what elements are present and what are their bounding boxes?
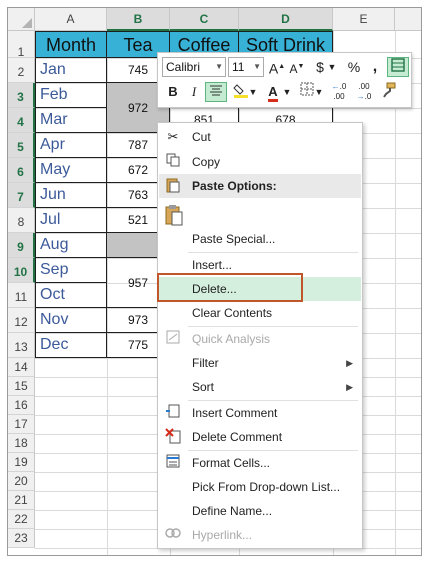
chevron-down-icon: ▼ — [215, 62, 223, 71]
menu-item-clear-contents[interactable]: Clear Contents — [159, 301, 361, 325]
row-header-1[interactable]: 1 — [8, 31, 35, 59]
submenu-arrow-icon: ▶ — [346, 358, 353, 368]
month-cell[interactable]: Sep — [35, 258, 107, 283]
row-header-13[interactable]: 13 — [8, 333, 35, 358]
menu-item-sort[interactable]: Sort ▶ — [159, 375, 361, 399]
row-header-23[interactable]: 23 — [8, 529, 35, 548]
format-painter-icon[interactable] — [378, 82, 400, 102]
row-header-5[interactable]: 5 — [8, 133, 35, 158]
menu-item-define-name[interactable]: Define Name... — [159, 499, 361, 523]
font-size-box[interactable]: 11 ▼ — [228, 57, 264, 77]
delete-comment-icon — [164, 428, 182, 446]
scissors-icon: ✂ — [167, 129, 179, 144]
row-header-7[interactable]: 7 — [8, 183, 35, 208]
row-header-20[interactable]: 20 — [8, 472, 35, 491]
row-header-18[interactable]: 18 — [8, 434, 35, 453]
select-all-corner[interactable] — [8, 8, 35, 31]
menu-item-cut[interactable]: ✂ Cut — [159, 125, 361, 149]
month-cell[interactable]: Nov — [35, 308, 107, 333]
menu-item-quick-analysis[interactable]: Quick Analysis — [159, 327, 361, 351]
chevron-down-icon[interactable]: ▼ — [282, 82, 292, 102]
chevron-down-icon[interactable]: ▼ — [314, 82, 324, 102]
paste-option-paste[interactable] — [159, 199, 361, 227]
paste-icon — [164, 177, 182, 195]
column-header-b[interactable]: B — [107, 8, 170, 31]
increase-decimal-button[interactable]: ←.0.00 — [328, 82, 350, 102]
font-name-value: Calibri — [166, 60, 201, 74]
submenu-arrow-icon: ▶ — [346, 382, 353, 392]
shrink-font-button[interactable]: A▼ — [286, 57, 308, 77]
quick-analysis-icon — [164, 330, 182, 348]
menu-item-delete-comment[interactable]: Delete Comment — [159, 425, 361, 449]
column-header-f[interactable] — [395, 8, 421, 31]
hyperlink-icon — [164, 526, 182, 544]
month-cell[interactable]: Mar — [35, 108, 107, 133]
chevron-down-icon: ▼ — [253, 62, 261, 71]
column-header-d[interactable]: D — [239, 8, 333, 31]
format-painter-table-icon[interactable] — [387, 57, 409, 77]
menu-item-pick-from-list[interactable]: Pick From Drop-down List... — [159, 475, 361, 499]
chevron-down-icon[interactable]: ▼ — [248, 82, 258, 102]
month-cell[interactable]: Oct — [35, 283, 107, 308]
menu-item-hyperlink[interactable]: Hyperlink... — [159, 523, 361, 547]
month-cell[interactable]: May — [35, 158, 107, 183]
decrease-decimal-button[interactable]: .00 →.0 — [353, 82, 375, 102]
format-cells-icon — [164, 454, 182, 472]
row-header-3[interactable]: 3 — [8, 83, 35, 108]
menu-item-insert[interactable]: Insert... — [159, 253, 361, 277]
row-header-15[interactable]: 15 — [8, 377, 35, 396]
column-header-e[interactable]: E — [333, 8, 395, 31]
row-header-2[interactable]: 2 — [8, 58, 35, 83]
context-menu: ✂ Cut Copy Paste Options: Paste Special.… — [157, 122, 363, 549]
copy-icon — [164, 153, 182, 171]
font-size-value: 11 — [232, 60, 245, 74]
menu-item-copy[interactable]: Copy — [159, 150, 361, 174]
align-center-icon[interactable] — [205, 82, 227, 102]
month-cell[interactable]: Jun — [35, 183, 107, 208]
month-cell[interactable]: Feb — [35, 83, 107, 108]
month-cell[interactable]: Apr — [35, 133, 107, 158]
clipboard-paste-icon — [164, 204, 183, 226]
row-header-4[interactable]: 4 — [8, 108, 35, 133]
paste-options-header: Paste Options: — [159, 174, 361, 198]
row-header-10[interactable]: 10 — [8, 258, 35, 283]
italic-button[interactable]: I — [183, 82, 205, 102]
row-header-9[interactable]: 9 — [8, 233, 35, 258]
bold-button[interactable]: B — [162, 82, 184, 102]
row-header-21[interactable]: 21 — [8, 491, 35, 510]
month-cell[interactable]: Dec — [35, 333, 107, 358]
percent-style-button[interactable]: % — [343, 57, 365, 77]
menu-item-insert-comment[interactable]: Insert Comment — [159, 401, 361, 425]
chevron-down-icon[interactable]: ▼ — [326, 57, 338, 77]
month-cell[interactable]: Aug — [35, 233, 107, 258]
row-header-14[interactable]: 14 — [8, 358, 35, 377]
month-cell[interactable]: Jul — [35, 208, 107, 233]
row-header-22[interactable]: 22 — [8, 510, 35, 529]
menu-item-format-cells[interactable]: Format Cells... — [159, 451, 361, 475]
row-header-19[interactable]: 19 — [8, 453, 35, 472]
row-header-12[interactable]: 12 — [8, 308, 35, 333]
header-month[interactable]: Month — [35, 31, 107, 58]
row-header-11[interactable]: 11 — [8, 283, 35, 308]
menu-item-delete[interactable]: Delete... — [159, 277, 361, 301]
row-header-8[interactable]: 8 — [8, 208, 35, 233]
font-color-button[interactable]: A — [262, 82, 284, 102]
insert-comment-icon — [164, 404, 182, 422]
row-header-6[interactable]: 6 — [8, 158, 35, 183]
menu-item-filter[interactable]: Filter ▶ — [159, 351, 361, 375]
menu-item-paste-special[interactable]: Paste Special... — [159, 227, 361, 251]
font-name-box[interactable]: Calibri ▼ — [162, 57, 226, 77]
row-header-16[interactable]: 16 — [8, 396, 35, 415]
column-header-c[interactable]: C — [170, 8, 239, 31]
comma-style-button[interactable]: , — [364, 57, 386, 77]
mini-formatting-toolbar: Calibri ▼ 11 ▼ A▲ A▼ $ ▼ % , B I ▼ A ▼ ▼… — [157, 52, 412, 108]
grow-font-button[interactable]: A▲ — [266, 57, 288, 77]
row-header-17[interactable]: 17 — [8, 415, 35, 434]
month-cell[interactable]: Jan — [35, 58, 107, 83]
column-header-a[interactable]: A — [35, 8, 107, 31]
